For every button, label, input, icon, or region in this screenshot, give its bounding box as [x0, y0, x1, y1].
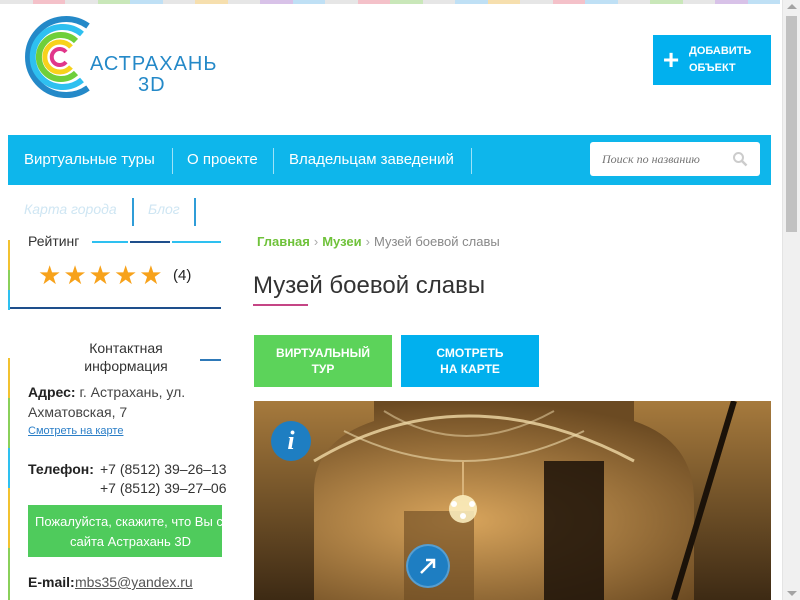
subnav-city-map[interactable]: Карта города — [24, 201, 117, 217]
sidebar-decor-bar — [8, 270, 10, 290]
mention-site-notice: Пожалуйста, скажите, что Вы с сайта Астр… — [28, 505, 222, 557]
nav-divider — [172, 148, 173, 174]
virtual-tour-label: ВИРТУАЛЬНЫЙ ТУР — [276, 345, 370, 377]
add-object-label: ДОБАВИТЬ ОБЪЕКТ — [689, 43, 751, 77]
show-on-map-label-line1: СМОТРЕТЬ — [436, 346, 504, 360]
virtual-tour-label-line2: ТУР — [311, 362, 335, 376]
address-label: Адрес: — [28, 384, 76, 400]
arrow-glyph — [420, 558, 436, 574]
show-on-map-label: СМОТРЕТЬ НА КАРТЕ — [436, 345, 503, 377]
decor-line — [92, 241, 128, 243]
star-icon[interactable]: ★ — [89, 262, 112, 288]
nav-item-about[interactable]: О проекте — [187, 135, 258, 185]
rating-count: (4) — [173, 267, 192, 284]
scroll-down-arrow-icon[interactable] — [787, 591, 797, 596]
rating-title: Рейтинг — [28, 233, 80, 249]
breadcrumb-home[interactable]: Главная — [257, 234, 310, 249]
add-object-button[interactable]: + ДОБАВИТЬ ОБЪЕКТ — [653, 35, 771, 85]
expand-arrow-icon[interactable] — [406, 544, 450, 588]
breadcrumb: Главная › Музеи › Музей боевой славы — [257, 234, 500, 249]
logo-line-1: АСТРАХАНЬ — [90, 53, 218, 75]
address: Адрес: г. Астрахань, ул. Ахматовская, 7 — [28, 382, 218, 422]
breadcrumb-current: Музей боевой славы — [373, 234, 500, 249]
sidebar-decor-bar — [8, 240, 10, 270]
star-icon[interactable]: ★ — [114, 262, 137, 288]
search-icon[interactable] — [732, 151, 748, 167]
add-object-label-line1: ДОБАВИТЬ — [689, 45, 752, 57]
sidebar-decor-bar — [8, 448, 10, 488]
nav-item-owners[interactable]: Владельцам заведений — [289, 135, 454, 185]
logo-line-2: 3D — [138, 74, 166, 96]
star-icon[interactable]: ★ — [38, 262, 61, 288]
decor-line — [200, 359, 221, 361]
star-icon[interactable]: ★ — [139, 262, 162, 288]
top-color-stripe — [0, 0, 780, 4]
sidebar-decor-bar — [8, 488, 10, 548]
nav-divider — [273, 148, 274, 174]
subnav-divider — [132, 198, 134, 226]
contact-title: Контактная информация — [84, 340, 168, 374]
nav-divider — [471, 148, 472, 174]
star-icon[interactable]: ★ — [63, 262, 86, 288]
info-icon[interactable]: i — [271, 421, 311, 461]
scroll-up-arrow-icon[interactable] — [787, 4, 797, 9]
nav-item-virtual-tours[interactable]: Виртуальные туры — [24, 135, 155, 185]
title-underline — [253, 304, 308, 306]
notice-line-2: сайта Астрахань 3D — [70, 534, 191, 549]
decor-line — [172, 241, 221, 243]
search-box — [590, 142, 760, 176]
show-on-map-link[interactable]: Смотреть на карте — [28, 425, 123, 437]
scrollbar-thumb[interactable] — [786, 16, 797, 232]
virtual-tour-button[interactable]: ВИРТУАЛЬНЫЙ ТУР — [254, 335, 392, 387]
page-scrollbar[interactable] — [782, 0, 800, 600]
page-title: Музей боевой славы — [253, 272, 486, 299]
phone-label: Телефон: — [28, 461, 94, 477]
phone-number-2[interactable]: +7 (8512) 39–27–06 — [100, 480, 227, 496]
notice-line-1: Пожалуйста, скажите, что Вы с — [35, 514, 222, 529]
rating-stars: ★ ★ ★ ★ ★ — [38, 262, 163, 288]
decor-line — [130, 241, 170, 243]
email-link[interactable]: mbs35@yandex.ru — [75, 574, 193, 590]
sidebar-decor-bar — [8, 358, 10, 398]
virtual-tour-label-line1: ВИРТУАЛЬНЫЙ — [276, 346, 370, 360]
museum-interior-photo[interactable] — [254, 401, 771, 600]
plus-icon: + — [662, 44, 680, 75]
sidebar-decor-bar — [8, 548, 10, 600]
breadcrumb-museums[interactable]: Музеи — [322, 234, 361, 249]
museum-interior-image — [254, 401, 771, 600]
show-on-map-label-line2: НА КАРТЕ — [440, 362, 500, 376]
site-logo[interactable]: АСТРАХАНЬ 3D — [18, 12, 218, 102]
breadcrumb-separator: › — [365, 234, 370, 249]
search-input[interactable] — [600, 151, 734, 168]
subnav-divider — [194, 198, 196, 226]
phone-number-1[interactable]: +7 (8512) 39–26–13 — [100, 461, 227, 477]
show-on-map-button[interactable]: СМОТРЕТЬ НА КАРТЕ — [401, 335, 539, 387]
breadcrumb-separator: › — [313, 234, 319, 249]
subnav-blog[interactable]: Блог — [148, 201, 180, 217]
sidebar-decor-bar — [8, 398, 10, 448]
add-object-label-line2: ОБЪЕКТ — [689, 62, 736, 74]
email-label: E-mail: — [28, 574, 75, 590]
logo-text: АСТРАХАНЬ 3D — [90, 54, 218, 96]
rating-bottom-line — [10, 307, 221, 309]
